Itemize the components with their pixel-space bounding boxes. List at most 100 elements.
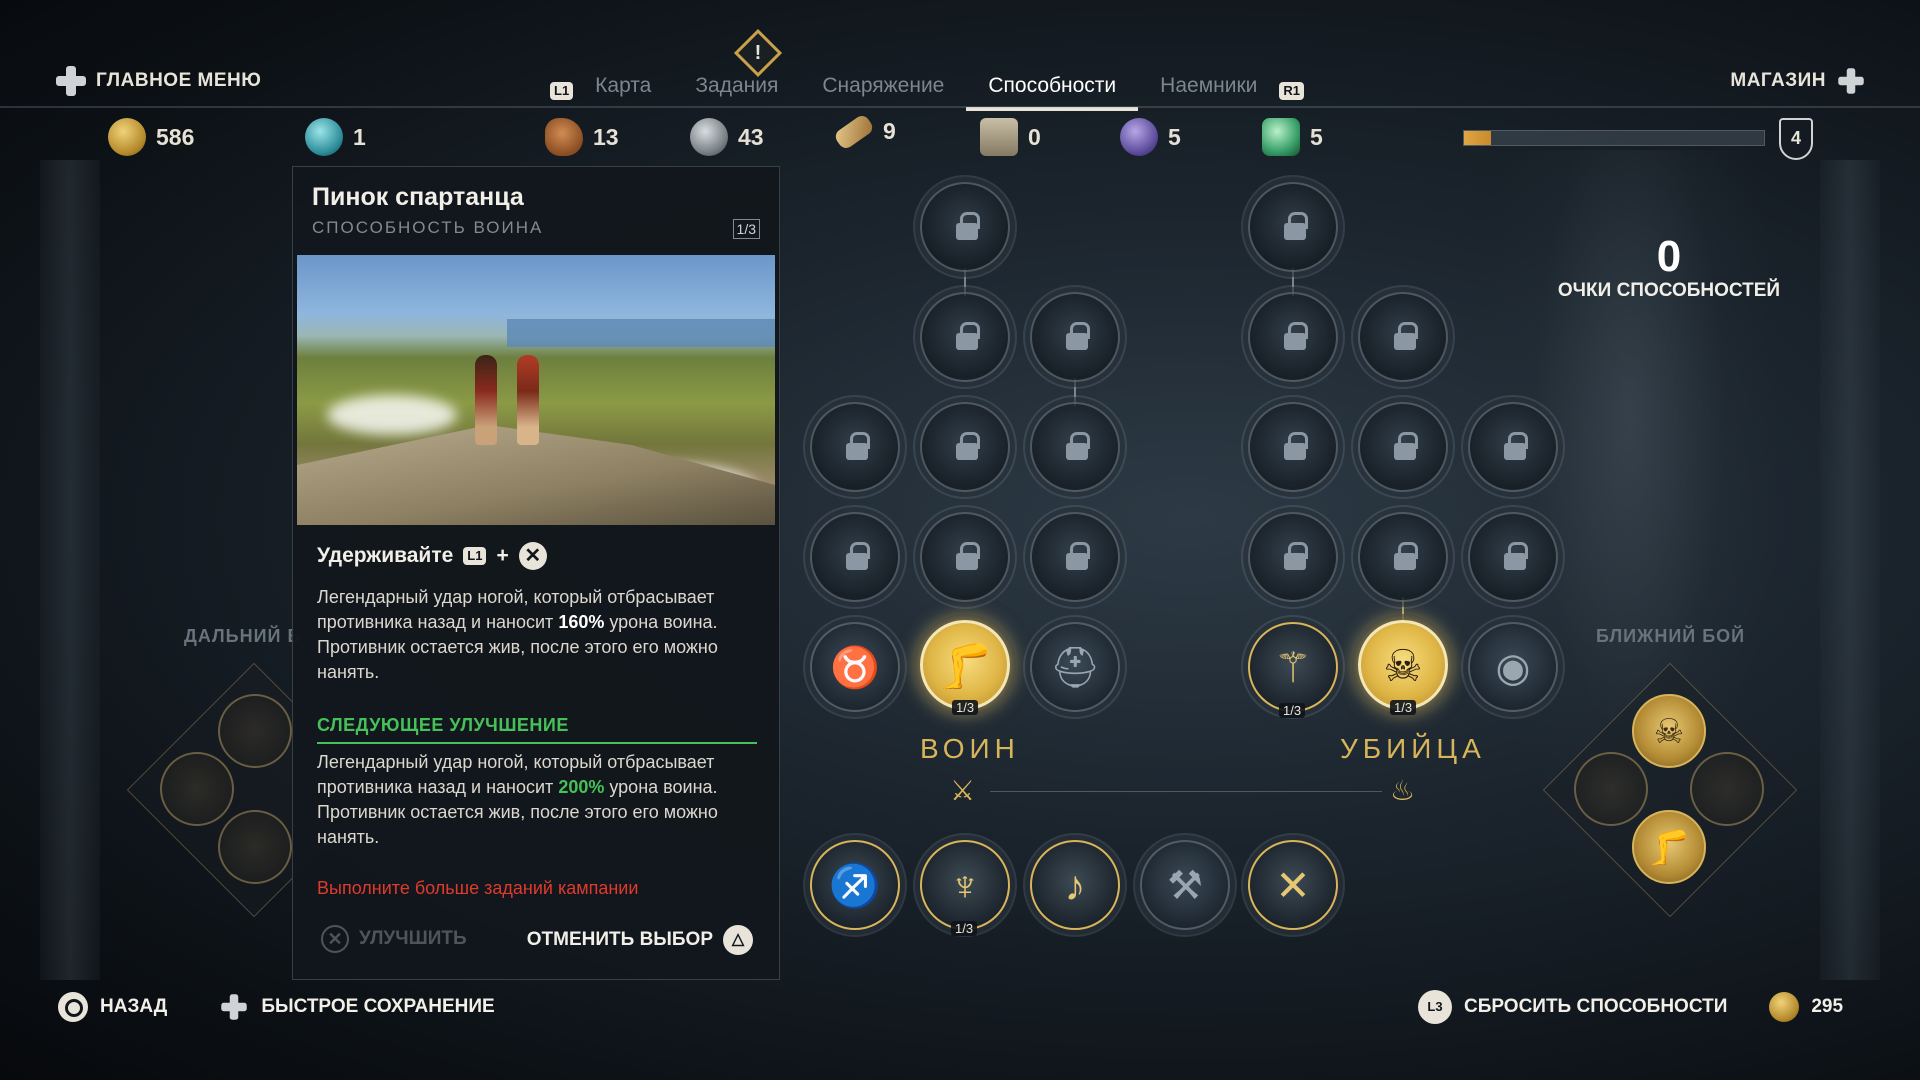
lock-icon (1066, 322, 1090, 350)
lock-icon (1284, 322, 1308, 350)
locked-skill-node[interactable] (1030, 402, 1120, 492)
lock-icon (1394, 542, 1418, 570)
spartan-kick-icon: 🦵 (1647, 829, 1691, 867)
axe-skill-node[interactable]: ⚒ (1140, 840, 1230, 930)
skill-level-tag: 1/3 (1279, 703, 1306, 718)
ranged-tree-label: ДАЛЬНИЙ Б (184, 626, 302, 646)
music-note-icon: ♪ (1064, 862, 1086, 909)
ancient-tablet-icon (980, 118, 1018, 156)
second-wind-skill-node[interactable]: ♆ 1/3 (920, 840, 1010, 936)
locked-skill-node[interactable] (810, 512, 900, 602)
locked-skill-node[interactable] (920, 292, 1010, 382)
cancel-selection-button[interactable]: ОТМЕНИТЬ ВЫБОР △ (527, 925, 753, 955)
lock-icon (1284, 432, 1308, 460)
locked-skill-node[interactable] (1030, 292, 1120, 382)
archer-icon: ♐ (828, 862, 882, 909)
helmet-icon: ⛑ (1049, 646, 1101, 690)
lock-icon (1394, 432, 1418, 460)
lock-icon (956, 322, 980, 350)
resource-value: 13 (593, 123, 619, 150)
quick-save-button[interactable]: БЫСТРОЕ СОХРАНЕНИЕ (261, 996, 494, 1018)
upgrade-requirement: Выполните больше заданий кампании (317, 878, 639, 898)
lock-icon (956, 212, 980, 240)
hold-label: Удерживайте (317, 544, 454, 567)
locked-skill-node[interactable] (1248, 512, 1338, 602)
locked-skill-node[interactable] (810, 402, 900, 492)
locked-skill-node[interactable] (1248, 402, 1338, 492)
eye-skill-node[interactable]: ◉ (1468, 622, 1558, 712)
upgrade-button[interactable]: ✕ УЛУЧШИТЬ (321, 925, 467, 953)
cross-button-icon: ✕ (518, 542, 547, 570)
crossed-swords-icon: ⚔ (950, 775, 976, 806)
animal-hide-icon (545, 118, 583, 156)
lock-icon (1066, 432, 1090, 460)
locked-skill-node[interactable] (1030, 512, 1120, 602)
resource-iron: 43 (690, 118, 764, 156)
ranged-quickslot[interactable] (218, 694, 292, 768)
upgrade-label: УЛУЧШИТЬ (359, 928, 467, 949)
reset-abilities-button[interactable]: СБРОСИТЬ СПОСОБНОСТИ (1464, 996, 1727, 1018)
back-button[interactable]: НАЗАД (100, 996, 167, 1018)
crossed-axes-icon: ⚒ (1167, 864, 1203, 908)
main-menu-button[interactable]: ГЛАВНОЕ МЕНЮ (56, 66, 261, 96)
preview-cloud (327, 395, 457, 435)
locked-skill-node[interactable] (920, 402, 1010, 492)
ability-description: Легендарный удар ногой, который отбрасыв… (317, 587, 718, 682)
locked-skill-node[interactable] (1468, 512, 1558, 602)
assassin-tree-label: УБИЙЦА (1340, 733, 1486, 764)
bull-rush-skill-node[interactable]: ♉ (810, 622, 900, 712)
sword-burst-skill-node[interactable]: ✕ (1248, 840, 1338, 930)
resource-wood: 9 (832, 112, 896, 151)
helmet-skill-node[interactable]: ⛑ (1030, 622, 1120, 712)
iron-ore-icon (690, 118, 728, 156)
lock-icon (1504, 432, 1528, 460)
poison-skill-node[interactable]: ☠ 1/3 (1358, 620, 1448, 715)
resource-value: 5 (1168, 123, 1181, 150)
alert-icon[interactable]: ! (733, 28, 783, 78)
locked-skill-node[interactable] (1468, 402, 1558, 492)
lock-icon (956, 432, 980, 460)
locked-skill-node[interactable] (1248, 182, 1338, 272)
locked-skill-node[interactable] (1248, 292, 1338, 382)
spartan-kick-skill-node[interactable]: 🦵 1/3 (920, 620, 1010, 715)
tab-equipment[interactable]: Снаряжение (800, 74, 966, 108)
tab-quests[interactable]: Задания (673, 74, 800, 108)
l1-button-icon: L1 (463, 547, 487, 565)
locked-skill-node[interactable] (920, 512, 1010, 602)
resource-value: 586 (156, 123, 195, 150)
level-badge: 4 (1779, 118, 1813, 160)
shop-button[interactable]: МАГАЗИН (1730, 66, 1866, 96)
melee-quickslot[interactable]: 🦵 (1632, 810, 1706, 884)
upgraded-damage-percent: 200% (558, 777, 605, 797)
ranged-quickslot[interactable] (160, 752, 234, 826)
dpad-icon (221, 994, 248, 1020)
locked-skill-node[interactable] (1358, 512, 1448, 602)
ability-gem-icon (305, 118, 343, 156)
reset-cost: 295 (1811, 996, 1844, 1017)
eye-icon: ◉ (1495, 646, 1531, 690)
sound-skill-node[interactable]: ♪ (1030, 840, 1120, 930)
melee-tree-label: БЛИЖНИЙ БОЙ (1596, 626, 1746, 646)
resource-value: 0 (1028, 123, 1041, 150)
ability-points-label: ОЧКИ СПОСОБНОСТЕЙ (1557, 280, 1781, 301)
ranged-skill-node[interactable]: ♐ (810, 840, 900, 930)
l1-bumper-icon[interactable]: L1 (550, 82, 574, 100)
hood-icon: ♨ (1390, 775, 1416, 806)
tab-abilities[interactable]: Способности (966, 74, 1138, 111)
locked-skill-node[interactable] (1358, 402, 1448, 492)
tab-mercenaries[interactable]: Наемники (1138, 74, 1279, 108)
drachmae-coin-icon (1769, 992, 1800, 1022)
locked-skill-node[interactable] (920, 182, 1010, 272)
r1-bumper-icon[interactable]: R1 (1279, 82, 1305, 100)
next-upgrade-description: Легендарный удар ногой, который отбрасыв… (317, 752, 718, 847)
ability-preview-image (297, 255, 775, 525)
hero-strike-skill-node[interactable]: ⚚ 1/3 (1248, 622, 1338, 718)
melee-quickslot[interactable]: ☠ (1632, 694, 1706, 768)
bull-icon: ♉ (830, 646, 880, 690)
lock-icon (1394, 322, 1418, 350)
locked-skill-node[interactable] (1358, 292, 1448, 382)
tab-map[interactable]: Карта (573, 74, 673, 108)
ranged-quickslot[interactable] (218, 810, 292, 884)
skull-crossbones-icon: ☠ (1653, 713, 1685, 751)
preview-character (517, 355, 539, 445)
